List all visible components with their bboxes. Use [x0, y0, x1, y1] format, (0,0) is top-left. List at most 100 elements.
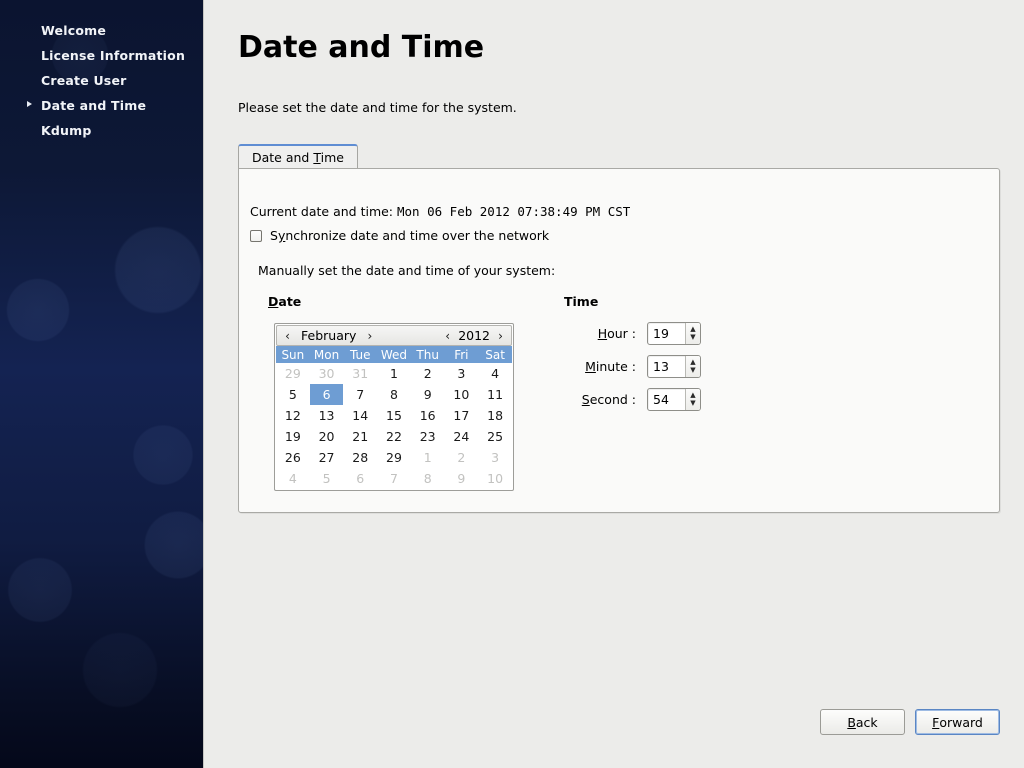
calendar-week-row: 45678910 — [276, 468, 512, 489]
calendar-day[interactable]: 16 — [411, 405, 445, 426]
calendar-day[interactable]: 11 — [478, 384, 512, 405]
calendar-widget[interactable]: ‹ February › ‹ 2012 › SunMonTueWedThuFri… — [274, 323, 514, 491]
chevron-down-icon[interactable]: ▼ — [690, 366, 695, 374]
calendar-weekday-wed: Wed — [377, 346, 411, 363]
time-row-minute: Minute : 13 ▲ ▼ — [564, 354, 701, 378]
installer-window: Welcome License Information Create User … — [0, 0, 1024, 768]
sidebar-item-date-and-time[interactable]: Date and Time — [0, 97, 204, 114]
hour-stepper[interactable]: 19 ▲ ▼ — [647, 322, 701, 345]
sidebar-item-label: Kdump — [41, 123, 92, 138]
sidebar-item-welcome[interactable]: Welcome — [0, 22, 204, 39]
calendar-day[interactable]: 5 — [276, 384, 310, 405]
calendar-day[interactable]: 12 — [276, 405, 310, 426]
sidebar-item-label: Date and Time — [41, 98, 146, 113]
calendar-body: 2930311234567891011121314151617181920212… — [276, 363, 512, 489]
calendar-day[interactable]: 4 — [478, 363, 512, 384]
calendar-day[interactable]: 9 — [445, 468, 479, 489]
minute-input[interactable]: 13 — [648, 359, 685, 374]
calendar-week-row: 19202122232425 — [276, 426, 512, 447]
calendar-day[interactable]: 24 — [445, 426, 479, 447]
back-label-mnemonic: B — [847, 715, 856, 730]
calendar-day[interactable]: 10 — [478, 468, 512, 489]
minute-stepper-buttons[interactable]: ▲ ▼ — [685, 356, 700, 377]
sidebar-item-create-user[interactable]: Create User — [0, 72, 204, 89]
hour-input[interactable]: 19 — [648, 326, 685, 341]
hour-stepper-buttons[interactable]: ▲ ▼ — [685, 323, 700, 344]
calendar-day[interactable]: 9 — [411, 384, 445, 405]
calendar-day[interactable]: 7 — [343, 384, 377, 405]
date-title-rest: ate — [278, 294, 301, 309]
calendar-day[interactable]: 28 — [343, 447, 377, 468]
tab-label-mnemonic: T — [313, 150, 320, 165]
sidebar-item-label: Welcome — [41, 23, 106, 38]
calendar-day[interactable]: 8 — [411, 468, 445, 489]
calendar-day[interactable]: 29 — [276, 363, 310, 384]
calendar-day[interactable]: 3 — [478, 447, 512, 468]
second-input[interactable]: 54 — [648, 392, 685, 407]
date-group-title: Date — [268, 294, 301, 309]
back-button[interactable]: Back — [820, 709, 905, 735]
calendar-day[interactable]: 17 — [445, 405, 479, 426]
calendar-weekday-sun: Sun — [276, 346, 310, 363]
calendar-day[interactable]: 6 — [343, 468, 377, 489]
calendar-day[interactable]: 30 — [310, 363, 344, 384]
prev-year-icon[interactable]: ‹ — [441, 329, 454, 343]
chevron-down-icon[interactable]: ▼ — [690, 333, 695, 341]
main-content: Date and Time Please set the date and ti… — [205, 0, 1024, 768]
calendar-day[interactable]: 1 — [377, 363, 411, 384]
sidebar-item-kdump[interactable]: Kdump — [0, 122, 204, 139]
calendar-day[interactable]: 4 — [276, 468, 310, 489]
calendar-day[interactable]: 14 — [343, 405, 377, 426]
calendar-day[interactable]: 27 — [310, 447, 344, 468]
forward-button[interactable]: Forward — [915, 709, 1000, 735]
calendar-day[interactable]: 26 — [276, 447, 310, 468]
sidebar-item-label: Create User — [41, 73, 127, 88]
forward-label-mnemonic: F — [932, 715, 939, 730]
calendar-day[interactable]: 22 — [377, 426, 411, 447]
hour-label-rest: our : — [607, 326, 636, 341]
sync-network-row[interactable]: Synchronize date and time over the netwo… — [250, 228, 549, 243]
calendar-day[interactable]: 25 — [478, 426, 512, 447]
calendar-day[interactable]: 23 — [411, 426, 445, 447]
prev-month-icon[interactable]: ‹ — [281, 329, 294, 343]
second-stepper[interactable]: 54 ▲ ▼ — [647, 388, 701, 411]
calendar-day[interactable]: 21 — [343, 426, 377, 447]
date-title-mnemonic: D — [268, 294, 278, 309]
calendar-day[interactable]: 19 — [276, 426, 310, 447]
chevron-up-icon[interactable]: ▲ — [690, 391, 695, 399]
calendar-day[interactable]: 18 — [478, 405, 512, 426]
calendar-year-label: 2012 — [454, 328, 494, 343]
calendar-day-selected[interactable]: 6 — [310, 384, 344, 405]
calendar-day[interactable]: 2 — [411, 363, 445, 384]
sidebar-item-license-information[interactable]: License Information — [0, 47, 204, 64]
calendar-day[interactable]: 13 — [310, 405, 344, 426]
calendar-day[interactable]: 29 — [377, 447, 411, 468]
calendar-day[interactable]: 8 — [377, 384, 411, 405]
sync-network-label: Synchronize date and time over the netwo… — [270, 228, 549, 243]
time-group-title: Time — [564, 294, 598, 309]
manual-set-label: Manually set the date and time of your s… — [258, 263, 555, 278]
chevron-up-icon[interactable]: ▲ — [690, 358, 695, 366]
calendar-day[interactable]: 15 — [377, 405, 411, 426]
tab-date-and-time[interactable]: Date and Time — [238, 144, 358, 168]
second-stepper-buttons[interactable]: ▲ ▼ — [685, 389, 700, 410]
calendar-day[interactable]: 5 — [310, 468, 344, 489]
sync-label-prefix: S — [270, 228, 278, 243]
minute-label-rest: inute : — [596, 359, 636, 374]
calendar-day[interactable]: 3 — [445, 363, 479, 384]
calendar-day[interactable]: 1 — [411, 447, 445, 468]
minute-label-mnemonic: M — [585, 359, 596, 374]
calendar-day[interactable]: 2 — [445, 447, 479, 468]
sync-network-checkbox[interactable] — [250, 230, 262, 242]
calendar-weekday-fri: Fri — [445, 346, 479, 363]
calendar-day[interactable]: 7 — [377, 468, 411, 489]
calendar-day[interactable]: 20 — [310, 426, 344, 447]
chevron-up-icon[interactable]: ▲ — [690, 325, 695, 333]
minute-stepper[interactable]: 13 ▲ ▼ — [647, 355, 701, 378]
calendar-day[interactable]: 10 — [445, 384, 479, 405]
calendar-weekday-tue: Tue — [343, 346, 377, 363]
next-year-icon[interactable]: › — [494, 329, 507, 343]
calendar-day[interactable]: 31 — [343, 363, 377, 384]
next-month-icon[interactable]: › — [363, 329, 376, 343]
chevron-down-icon[interactable]: ▼ — [690, 399, 695, 407]
